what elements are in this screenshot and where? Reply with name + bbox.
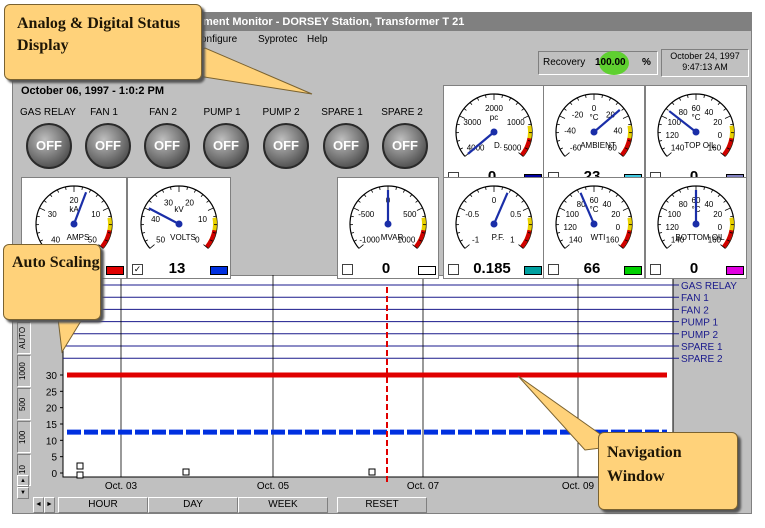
navigation-window-callout: Navigation Window (598, 432, 738, 510)
status-callout: Analog & Digital Status Display (4, 4, 202, 80)
auto-scaling-callout: Auto Scaling (3, 244, 101, 320)
